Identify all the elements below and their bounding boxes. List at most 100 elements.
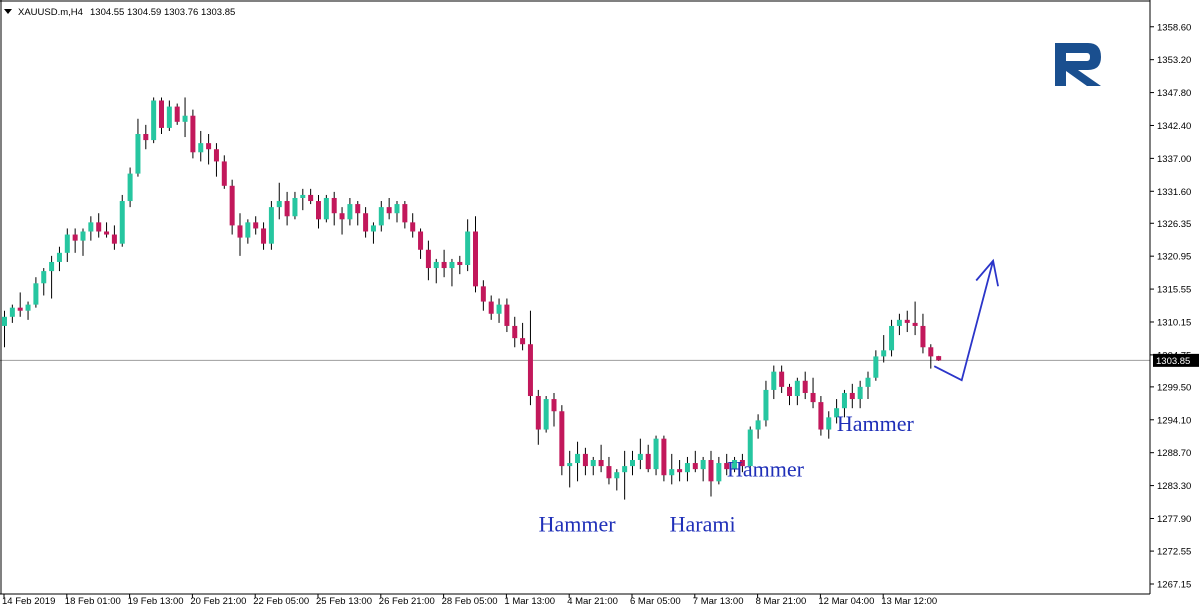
candle — [174, 103, 180, 125]
candle-body — [818, 402, 824, 430]
y-tick-label: 1315.55 — [1157, 285, 1191, 296]
candle-body — [206, 143, 212, 150]
y-tick-label: 1277.90 — [1157, 514, 1191, 525]
candle-body — [849, 392, 855, 400]
candle-body — [221, 161, 227, 186]
candle — [323, 194, 329, 223]
candle-body — [881, 350, 887, 357]
candle-body — [473, 231, 478, 287]
y-tick-label: 1288.70 — [1157, 448, 1191, 459]
pattern-annotation: Hammer — [727, 456, 805, 481]
candle-body — [151, 100, 157, 141]
candle-body — [779, 371, 785, 387]
candle-body — [865, 377, 871, 387]
candle-body — [104, 231, 110, 235]
candle-body — [49, 261, 55, 272]
candle-body — [598, 459, 604, 467]
x-tick-label: 6 Mar 05:00 — [630, 596, 681, 607]
candle — [268, 201, 274, 250]
candle-body — [394, 204, 400, 214]
candle-body — [370, 225, 376, 232]
candle-body — [402, 204, 408, 223]
candle-body — [33, 283, 39, 305]
candle — [543, 396, 549, 433]
candle-body — [174, 106, 180, 122]
candle-body — [551, 399, 557, 412]
candle-body — [614, 472, 620, 479]
candle-body — [25, 304, 31, 311]
candle-body — [465, 231, 471, 266]
candle-body — [449, 261, 455, 269]
candle-body — [190, 115, 196, 153]
x-tick-label: 12 Mar 04:00 — [818, 596, 874, 607]
pattern-annotation: Harami — [670, 511, 736, 536]
candle-body — [410, 222, 416, 232]
x-tick-label: 28 Feb 05:00 — [442, 596, 498, 607]
candle-body — [637, 453, 643, 460]
candle-body — [630, 459, 635, 467]
candle-body — [904, 319, 910, 323]
candle-body — [135, 134, 141, 174]
candle — [559, 405, 565, 476]
y-tick-label: 1353.20 — [1157, 55, 1191, 66]
candle-body — [480, 286, 486, 302]
candle-body — [96, 222, 102, 232]
candle-body — [802, 380, 808, 393]
candle-body — [896, 319, 902, 326]
x-tick-label: 1 Mar 13:00 — [504, 596, 555, 607]
candle-body — [755, 420, 761, 430]
candle-body — [127, 173, 133, 202]
candle — [151, 97, 157, 144]
x-tick-label: 22 Feb 05:00 — [253, 596, 309, 607]
candle-body — [606, 466, 612, 479]
candle-body — [159, 100, 164, 128]
candle-body — [237, 225, 243, 238]
candle-body — [143, 134, 149, 141]
x-tick-label: 25 Feb 13:00 — [316, 596, 372, 607]
y-tick-label: 1294.10 — [1157, 415, 1191, 426]
candle-body — [363, 213, 369, 232]
x-tick-label: 7 Mar 13:00 — [693, 596, 744, 607]
candle-body — [316, 201, 321, 220]
candle-body — [559, 411, 565, 467]
candle-body — [622, 466, 628, 473]
candle-body — [308, 194, 314, 202]
y-tick-label: 1272.55 — [1157, 547, 1191, 558]
candle-body — [810, 392, 816, 403]
candle-body — [543, 399, 549, 430]
candle-body — [496, 304, 502, 314]
ohlc-label: 1304.55 1304.59 1303.76 1303.85 — [90, 7, 235, 18]
pattern-annotation: Hammer — [837, 411, 915, 436]
candle-body — [378, 207, 384, 226]
candle — [661, 435, 667, 482]
candle-body — [292, 197, 298, 217]
candle-body — [700, 459, 706, 470]
y-tick-label: 1283.30 — [1157, 481, 1191, 492]
candle-body — [873, 356, 879, 378]
candle-body — [418, 231, 424, 250]
x-tick-label: 4 Mar 21:00 — [567, 596, 618, 607]
candle-body — [912, 322, 918, 326]
candle-body — [575, 453, 581, 464]
candlestick-chart: 1358.60 1353.20 1347.80 1342.40 1337.00 1331.… — [0, 0, 1200, 611]
x-tick-label: 18 Feb 01:00 — [65, 596, 121, 607]
candle-body — [826, 417, 832, 430]
y-tick-label: 1267.15 — [1157, 579, 1191, 590]
candle-body — [41, 271, 47, 284]
candle-body — [787, 386, 792, 397]
candle-body — [535, 396, 541, 430]
candle-body — [692, 463, 698, 470]
candle-body — [386, 207, 392, 214]
candle-body — [261, 228, 267, 244]
y-tick-label: 1299.50 — [1157, 382, 1191, 393]
candle-body — [56, 252, 62, 262]
candle-body — [268, 207, 274, 244]
candle-body — [425, 249, 431, 269]
candle-body — [347, 204, 353, 220]
candle-body — [716, 463, 722, 482]
candle-body — [936, 356, 942, 361]
x-tick-label: 8 Mar 21:00 — [756, 596, 807, 607]
candle-body — [520, 338, 526, 345]
candle-body — [88, 222, 94, 232]
y-tick-label: 1326.35 — [1157, 219, 1191, 230]
